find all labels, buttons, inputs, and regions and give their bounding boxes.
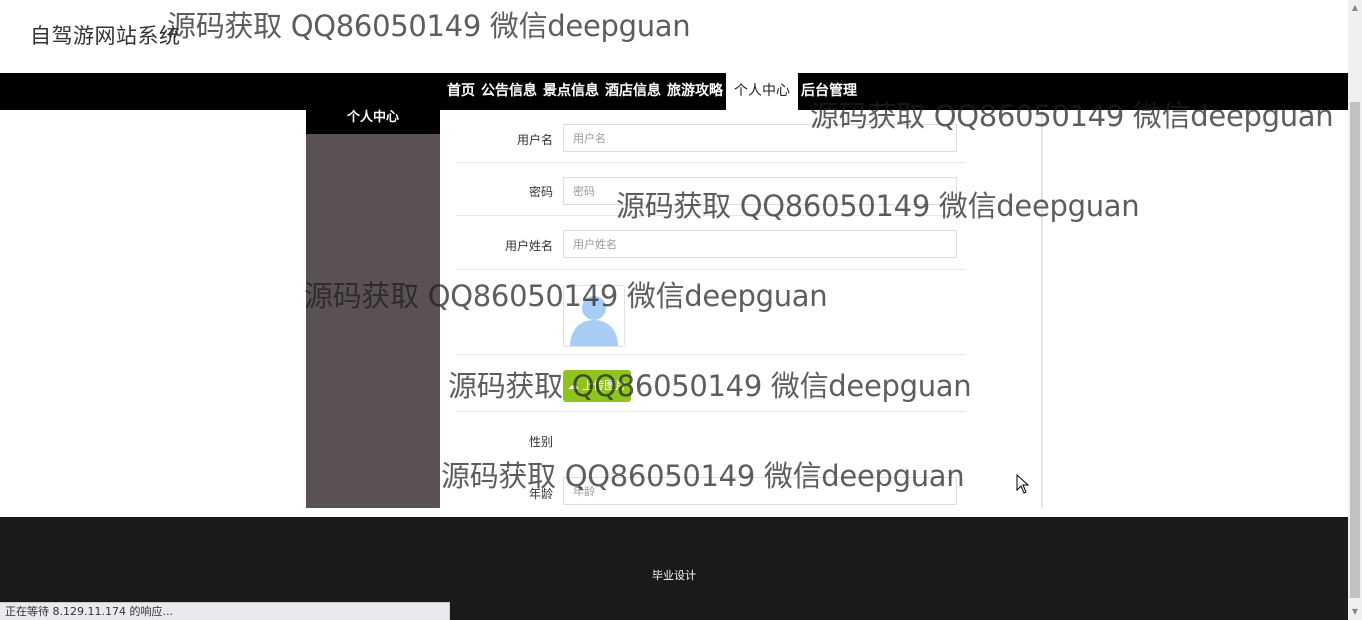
scroll-up-icon[interactable]: ▲ [1348, 0, 1362, 16]
username-label: 用户名 [516, 133, 553, 147]
age-input[interactable] [563, 477, 957, 505]
nav-item-attractions[interactable]: 景点信息 [540, 73, 602, 110]
browser-status-bar: 正在等待 8.129.11.174 的响应... [0, 602, 450, 620]
nav-item-announcements[interactable]: 公告信息 [478, 73, 540, 110]
nav-item-travel-guides[interactable]: 旅游攻略 [664, 73, 726, 110]
upload-button-label: 上传图片 [582, 379, 627, 392]
scrollbar-thumb[interactable] [1350, 102, 1360, 598]
user-avatar-icon [570, 296, 618, 346]
nav-item-hotels[interactable]: 酒店信息 [602, 73, 664, 110]
profile-form: 用户名 密码 用户姓名 ☁ 上传图片 性别 年龄 [441, 110, 1043, 508]
scroll-down-icon[interactable]: ▼ [1348, 604, 1362, 620]
password-label: 密码 [528, 185, 553, 199]
form-row-username: 用户名 [456, 110, 966, 163]
password-input[interactable] [563, 177, 957, 205]
site-title: 自驾游网站系统 [30, 24, 181, 48]
gender-label: 性别 [528, 435, 553, 449]
main-nav: 首页 公告信息 景点信息 酒店信息 旅游攻略 个人中心 后台管理 [0, 73, 1348, 110]
sidebar-title: 个人中心 [306, 110, 440, 134]
form-row-password: 密码 [456, 162, 966, 216]
form-row-age: 年龄 [456, 463, 966, 508]
sidebar: 个人中心 [306, 110, 440, 508]
page-scrollbar[interactable]: ▲ ▼ [1348, 0, 1362, 620]
upload-image-button[interactable]: ☁ 上传图片 [563, 370, 631, 402]
realname-label: 用户姓名 [504, 239, 553, 253]
nav-item-admin[interactable]: 后台管理 [798, 73, 860, 110]
avatar[interactable] [563, 285, 625, 347]
form-row-upload: ☁ 上传图片 [456, 354, 966, 412]
form-row-avatar [456, 269, 966, 355]
nav-item-home[interactable]: 首页 [444, 73, 478, 110]
username-input[interactable] [563, 124, 957, 152]
nav-item-personal-center[interactable]: 个人中心 [726, 73, 798, 110]
cloud-upload-icon: ☁ [567, 379, 579, 392]
site-header: 自驾游网站系统 [0, 0, 1348, 73]
footer-text: 毕业设计 [652, 569, 696, 582]
form-row-gender: 性别 [456, 411, 966, 463]
mouse-cursor-icon [1016, 474, 1030, 494]
realname-input[interactable] [563, 230, 957, 258]
age-label: 年龄 [528, 487, 553, 501]
form-row-realname: 用户姓名 [456, 215, 966, 270]
nav-list: 首页 公告信息 景点信息 酒店信息 旅游攻略 个人中心 后台管理 [444, 73, 860, 110]
